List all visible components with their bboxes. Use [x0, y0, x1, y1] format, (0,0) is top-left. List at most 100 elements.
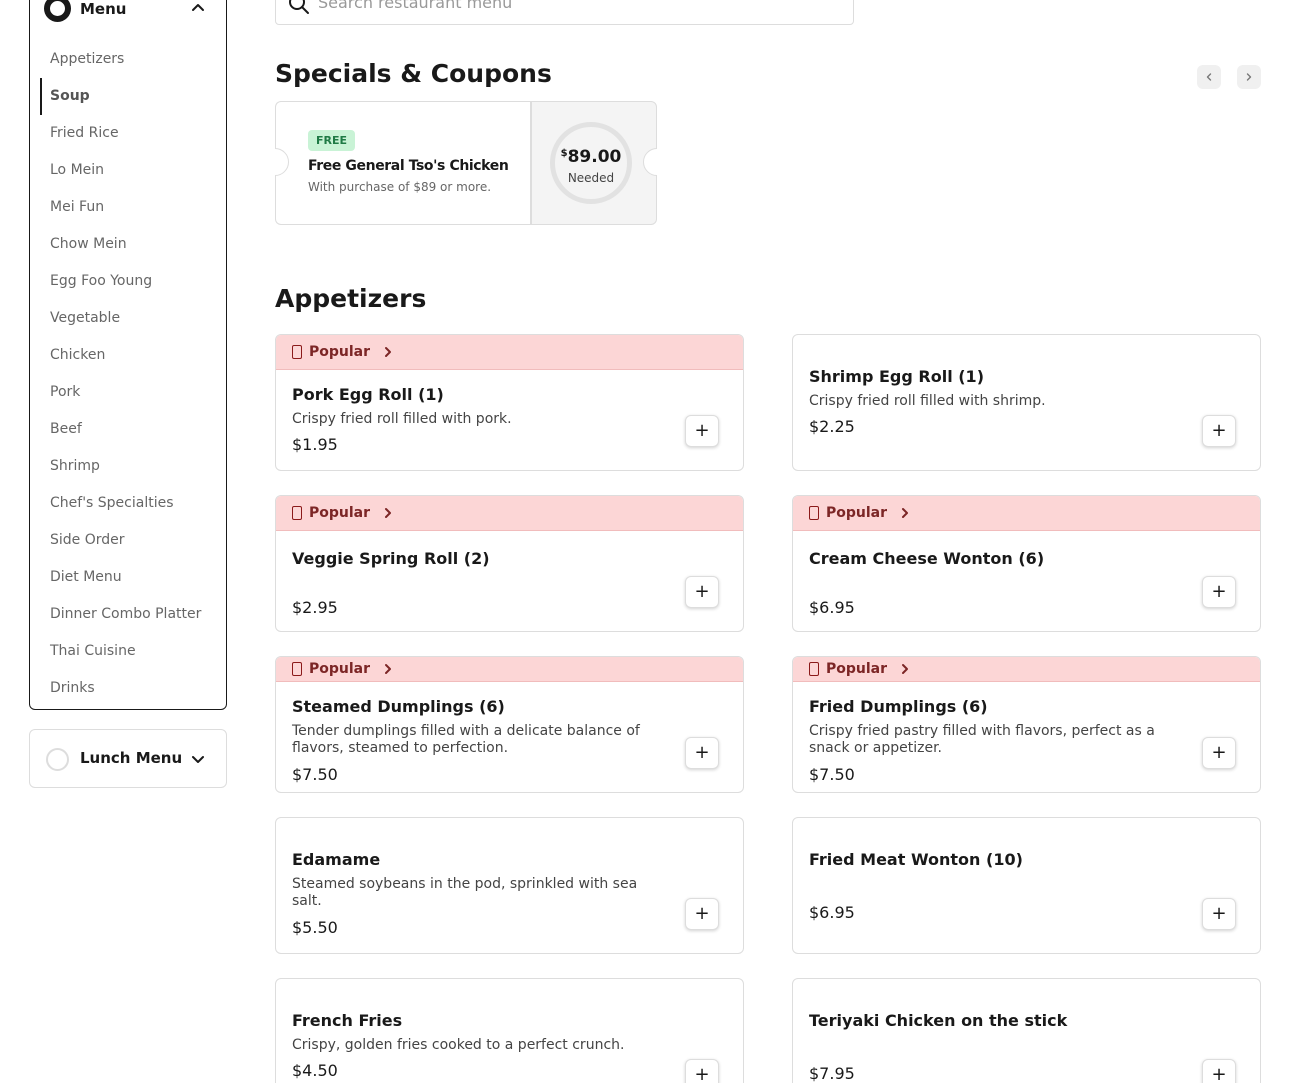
popular-banner[interactable]: Popular — [276, 657, 743, 682]
needed-amount: $89.00 — [560, 147, 622, 167]
menu-item-card[interactable]: French Fries Crispy, golden fries cooked … — [275, 978, 744, 1083]
sidebar-category[interactable]: Fried Rice — [30, 115, 226, 152]
carousel-prev-button[interactable] — [1197, 65, 1221, 89]
sidebar-category[interactable]: Lo Mein — [30, 152, 226, 189]
coupon-notch-left — [275, 148, 289, 176]
item-description: Crispy fried pastry filled with flavors,… — [809, 723, 1155, 756]
add-item-button[interactable]: + — [685, 576, 719, 608]
menu-item-card[interactable]: Edamame Steamed soybeans in the pod, spri… — [275, 817, 744, 954]
menu-item-card[interactable]: Fried Meat Wonton (10) $6.95 + — [792, 817, 1261, 954]
chevron-right-icon — [385, 508, 392, 518]
chevron-down-icon[interactable] — [190, 751, 206, 767]
add-item-button[interactable]: + — [685, 415, 719, 447]
sidebar-category[interactable]: Diet Menu — [30, 559, 226, 596]
item-description: Steamed soybeans in the pod, sprinkled w… — [292, 876, 638, 909]
sidebar-category[interactable]: Beef — [30, 411, 226, 448]
sidebar-category-label: Chicken — [50, 347, 106, 363]
sidebar-category-label: Chef's Specialties — [50, 495, 174, 511]
sidebar-category-label: Diet Menu — [50, 569, 122, 585]
sidebar-category[interactable]: Chow Mein — [30, 226, 226, 263]
item-name: Cream Cheese Wonton (6) — [809, 549, 1045, 568]
menu-item-card[interactable]: Popular Fried Dumplings (6) Crispy fried p… — [792, 656, 1261, 793]
chevron-right-icon — [385, 664, 392, 674]
menu-title: Menu — [80, 0, 127, 18]
popular-banner[interactable]: Popular — [793, 657, 1260, 682]
add-item-button[interactable]: + — [1202, 576, 1236, 608]
add-item-button[interactable]: + — [1202, 898, 1236, 930]
search-icon — [289, 0, 309, 14]
item-description: Crispy, golden fries cooked to a perfect… — [292, 1037, 625, 1053]
lunch-menu-label: Lunch Menu — [80, 749, 183, 767]
add-item-button[interactable]: + — [1202, 1059, 1236, 1083]
item-name: Fried Dumplings (6) — [809, 697, 988, 716]
sidebar-category[interactable]: Soup — [30, 78, 226, 115]
menu-item-card[interactable]: Popular Pork Egg Roll (1) Crispy fried rol… — [275, 334, 744, 471]
plus-icon: + — [1211, 903, 1227, 924]
carousel-next-button[interactable] — [1237, 65, 1261, 89]
coupon-notch-right — [643, 148, 657, 176]
popular-label: Popular — [309, 505, 371, 521]
search-box[interactable] — [275, 0, 854, 25]
menu-header[interactable]: Menu — [44, 0, 214, 41]
menu-item-card[interactable]: Popular Cream Cheese Wonton (6) $6.95 + — [792, 495, 1261, 632]
sidebar-category[interactable]: Chicken — [30, 337, 226, 374]
coupon-subtitle: With purchase of $89 or more. — [308, 180, 492, 194]
item-description: Crispy fried roll filled with shrimp. — [809, 393, 1046, 409]
chevron-up-icon[interactable] — [190, 0, 206, 15]
menu-item-card[interactable]: Popular Steamed Dumplings (6) Tender dumpl… — [275, 656, 744, 793]
flame-icon — [809, 506, 819, 520]
item-name: French Fries — [292, 1011, 403, 1030]
sidebar-category-label: Mei Fun — [50, 199, 105, 215]
sidebar-category-label: Thai Cuisine — [50, 643, 136, 659]
sidebar-category[interactable]: Side Order — [30, 522, 226, 559]
add-item-button[interactable]: + — [1202, 737, 1236, 769]
item-price: $7.95 — [809, 1064, 855, 1083]
coupon-title: Free General Tso's Chicken — [308, 158, 509, 174]
sidebar-category[interactable]: Appetizers — [30, 41, 226, 78]
item-name: Fried Meat Wonton (10) — [809, 850, 1023, 869]
sidebar-category-label: Side Order — [50, 532, 125, 548]
popular-banner[interactable]: Popular — [276, 335, 743, 370]
sidebar-category-label: Vegetable — [50, 310, 121, 326]
sidebar-category[interactable]: Drinks — [30, 670, 226, 707]
add-item-button[interactable]: + — [685, 898, 719, 930]
menu-item-card[interactable]: Teriyaki Chicken on the stick $7.95 + — [792, 978, 1261, 1083]
sidebar-category[interactable]: Thai Cuisine — [30, 633, 226, 670]
add-item-button[interactable]: + — [685, 737, 719, 769]
lunch-menu-panel[interactable]: Lunch Menu — [29, 729, 227, 788]
add-item-button[interactable]: + — [685, 1059, 719, 1083]
popular-banner[interactable]: Popular — [276, 496, 743, 531]
flame-icon — [292, 662, 302, 676]
coupon-card[interactable]: FREE Free General Tso's Chicken With pur… — [275, 101, 657, 225]
sidebar-category[interactable]: Shrimp — [30, 448, 226, 485]
item-name: Edamame — [292, 850, 381, 869]
sidebar-category[interactable]: Chef's Specialties — [30, 485, 226, 522]
plus-icon: + — [694, 742, 710, 763]
item-name: Shrimp Egg Roll (1) — [809, 367, 984, 386]
item-name: Veggie Spring Roll (2) — [292, 549, 490, 568]
popular-label: Popular — [826, 505, 888, 521]
sidebar-category-label: Appetizers — [50, 51, 125, 67]
free-badge: FREE — [308, 130, 356, 151]
menu-item-card[interactable]: Popular Veggie Spring Roll (2) $2.95 + — [275, 495, 744, 632]
sidebar-category-label: Fried Rice — [50, 125, 119, 141]
sidebar-category[interactable]: Mei Fun — [30, 189, 226, 226]
flame-icon — [292, 345, 302, 359]
popular-banner[interactable]: Popular — [793, 496, 1260, 531]
add-item-button[interactable]: + — [1202, 415, 1236, 447]
coupon-divider — [530, 101, 531, 225]
item-price: $7.50 — [809, 765, 855, 784]
search-input[interactable] — [318, 0, 838, 17]
sidebar-category[interactable]: Dinner Combo Platter — [30, 596, 226, 633]
sidebar-category[interactable]: Vegetable — [30, 300, 226, 337]
specials-heading: Specials & Coupons — [275, 59, 552, 88]
needed-label: Needed — [567, 171, 615, 185]
item-name: Steamed Dumplings (6) — [292, 697, 505, 716]
sidebar-category-label: Dinner Combo Platter — [50, 606, 202, 622]
coupon-progress: $89.00 Needed — [531, 101, 657, 225]
sidebar-category-label: Lo Mein — [50, 162, 105, 178]
sidebar-category[interactable]: Egg Foo Young — [30, 263, 226, 300]
sidebar-category[interactable]: Pork — [30, 374, 226, 411]
menu-item-card[interactable]: Shrimp Egg Roll (1) Crispy fried roll fil… — [792, 334, 1261, 471]
item-price: $2.95 — [292, 598, 338, 617]
